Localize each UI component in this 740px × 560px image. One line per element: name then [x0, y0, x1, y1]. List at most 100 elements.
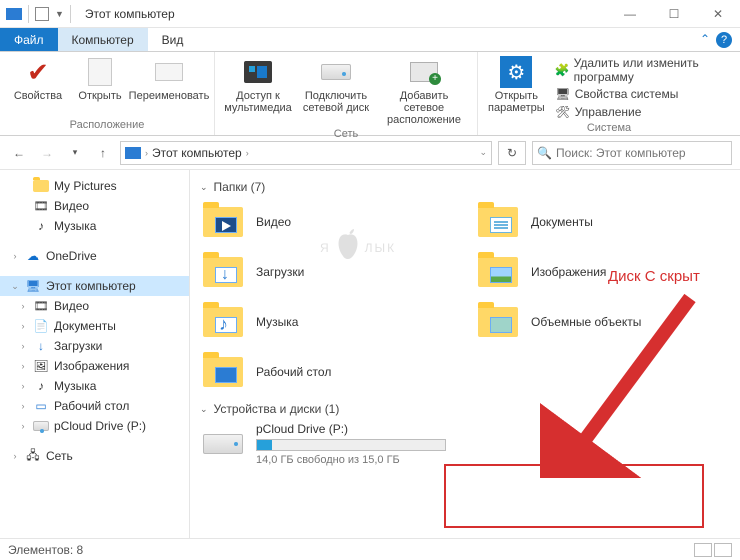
minimize-button[interactable]: — [608, 0, 652, 28]
close-button[interactable]: ✕ [696, 0, 740, 28]
search-icon: 🔍 [537, 146, 552, 160]
chevron-down-icon: ⌄ [200, 404, 208, 415]
folder-video[interactable]: Видео [200, 200, 455, 244]
ribbon-group-location: ✔ Свойства Открыть Переименовать Располо… [0, 52, 215, 135]
folder-desktop[interactable]: Рабочий стол [200, 350, 455, 394]
video-folder-icon [200, 202, 246, 242]
chevron-right-icon: › [246, 148, 249, 158]
sidebar-item-onedrive[interactable]: ›☁OneDrive [0, 246, 189, 266]
annotation-arrow-icon [540, 288, 710, 478]
document-icon: 📄 [32, 318, 50, 334]
documents-folder-icon [475, 202, 521, 242]
ribbon-group-network: Доступ к мультимедиа Подключить сетевой … [215, 52, 478, 135]
breadcrumb[interactable]: Этот компьютер [152, 146, 242, 160]
title-bar: ▼ Этот компьютер — ☐ ✕ [0, 0, 740, 28]
refresh-button[interactable]: ↻ [498, 141, 526, 165]
music-icon: ♪ [32, 378, 50, 394]
sidebar-item-video[interactable]: 🎞Видео [0, 196, 189, 216]
address-dropdown-icon[interactable]: ⌄ [479, 147, 487, 158]
uninstall-button[interactable]: 🧩Удалить или изменить программу [555, 56, 730, 84]
system-props-button[interactable]: 🖥Свойства системы [555, 86, 730, 102]
sidebar-item-downloads[interactable]: ›↓Загрузки [0, 336, 189, 356]
ribbon-tabs: Файл Компьютер Вид ⌃ ? [0, 28, 740, 52]
folder-documents[interactable]: Документы [475, 200, 730, 244]
open-settings-button[interactable]: ⚙ Открыть параметры [488, 56, 545, 114]
drive-free-text: 14,0 ГБ свободно из 15,0 ГБ [256, 454, 446, 466]
image-icon: 🖼 [32, 358, 50, 374]
network-icon: 🖧 [24, 448, 42, 464]
sidebar-item-music-sub[interactable]: ›♪Музыка [0, 376, 189, 396]
video-icon: 🎞 [32, 198, 50, 214]
add-net-location-button[interactable]: + Добавить сетевое расположение [381, 56, 467, 126]
chevron-right-icon: › [145, 148, 148, 158]
open-icon [84, 56, 116, 88]
qat-save-icon[interactable] [35, 7, 49, 21]
tab-computer[interactable]: Компьютер [58, 28, 148, 51]
download-icon: ↓ [32, 338, 50, 354]
media-icon [242, 56, 274, 88]
details-view-button[interactable] [694, 543, 712, 557]
manage-icon: 🛠 [555, 104, 571, 120]
add-location-icon: + [408, 56, 440, 88]
desktop-folder-icon [200, 352, 246, 392]
images-folder-icon [475, 252, 521, 292]
gear-icon: ⚙ [500, 56, 532, 88]
rename-button[interactable]: Переименовать [134, 56, 204, 102]
cloud-icon: ☁ [24, 248, 42, 264]
ribbon-group-system: ⚙ Открыть параметры 🧩Удалить или изменит… [478, 52, 740, 135]
help-icon[interactable]: ? [716, 32, 732, 48]
back-button[interactable]: ← [8, 142, 30, 164]
separator [28, 5, 29, 23]
open-button[interactable]: Открыть [76, 56, 124, 102]
window-title: Этот компьютер [85, 7, 175, 21]
forward-button[interactable]: → [36, 142, 58, 164]
rename-icon [153, 56, 185, 88]
3d-folder-icon [475, 302, 521, 342]
sidebar-item-pcloud[interactable]: ›pCloud Drive (P:) [0, 416, 189, 436]
path-icon [125, 147, 141, 159]
navigation-pane: My Pictures 🎞Видео ♪Музыка ›☁OneDrive ⌄🖥… [0, 170, 190, 540]
sidebar-item-video-sub[interactable]: ›🎞Видео [0, 296, 189, 316]
ribbon: ✔ Свойства Открыть Переименовать Располо… [0, 52, 740, 136]
manage-button[interactable]: 🛠Управление [555, 104, 730, 120]
folder-downloads[interactable]: Загрузки [200, 250, 455, 294]
sidebar-item-pictures[interactable]: My Pictures [0, 176, 189, 196]
status-bar: Элементов: 8 [0, 538, 740, 560]
drive-label: pCloud Drive (P:) [256, 422, 446, 436]
properties-button[interactable]: ✔ Свойства [10, 56, 66, 102]
sidebar-item-this-pc[interactable]: ⌄🖥Этот компьютер [0, 276, 189, 296]
downloads-folder-icon [200, 252, 246, 292]
folder-icon [32, 178, 50, 194]
folder-music[interactable]: Музыка [200, 300, 455, 344]
uninstall-icon: 🧩 [555, 62, 570, 78]
tab-view[interactable]: Вид [148, 28, 198, 51]
map-drive-icon [320, 56, 352, 88]
drive-icon [200, 428, 246, 460]
desktop-icon: ▭ [32, 398, 50, 414]
items-view: ⌄Папки (7) Видео Документы Загрузки Изоб… [190, 170, 740, 540]
section-folders[interactable]: ⌄Папки (7) [200, 180, 730, 194]
sidebar-item-network[interactable]: ›🖧Сеть [0, 446, 189, 466]
collapse-ribbon-icon[interactable]: ⌃ [694, 28, 716, 51]
search-input[interactable] [556, 146, 727, 160]
computer-icon: 🖥 [24, 278, 42, 294]
sidebar-item-images[interactable]: ›🖼Изображения [0, 356, 189, 376]
system-props-icon: 🖥 [555, 86, 571, 102]
music-folder-icon [200, 302, 246, 342]
tiles-view-button[interactable] [714, 543, 732, 557]
recent-dropdown-icon[interactable]: ▾ [64, 142, 86, 164]
map-drive-button[interactable]: Подключить сетевой диск [301, 56, 371, 114]
sidebar-item-desktop[interactable]: ›▭Рабочий стол [0, 396, 189, 416]
address-bar[interactable]: › Этот компьютер › ⌄ [120, 141, 492, 165]
up-button[interactable]: ↑ [92, 142, 114, 164]
capacity-bar [256, 439, 446, 451]
media-access-button[interactable]: Доступ к мультимедиа [225, 56, 291, 114]
qat-dropdown-icon[interactable]: ▼ [55, 9, 64, 19]
tab-file[interactable]: Файл [0, 28, 58, 51]
sidebar-item-documents[interactable]: ›📄Документы [0, 316, 189, 336]
content-area: My Pictures 🎞Видео ♪Музыка ›☁OneDrive ⌄🖥… [0, 170, 740, 540]
status-item-count: Элементов: 8 [8, 543, 83, 557]
sidebar-item-music[interactable]: ♪Музыка [0, 216, 189, 236]
search-box[interactable]: 🔍 [532, 141, 732, 165]
maximize-button[interactable]: ☐ [652, 0, 696, 28]
